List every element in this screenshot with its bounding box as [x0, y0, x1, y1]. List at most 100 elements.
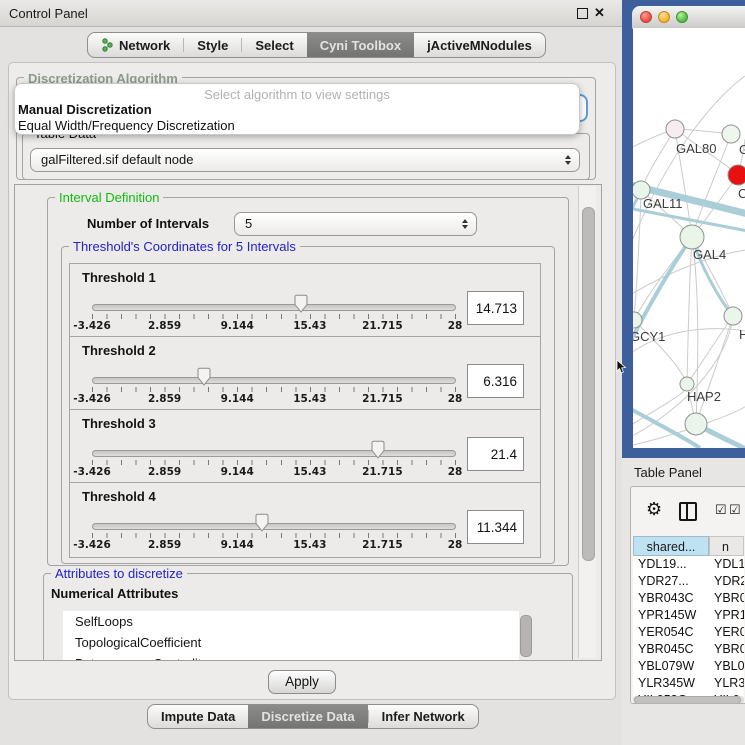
column-header-shared-name[interactable]: shared...	[633, 536, 709, 556]
number-of-intervals-combobox[interactable]: 5	[234, 212, 477, 236]
threshold-1-box: Threshold 1 -3.426 2.859 9.144 15.43 21.…	[69, 263, 541, 339]
threshold-3-label: Threshold 3	[82, 416, 156, 431]
node[interactable]	[685, 413, 707, 435]
threshold-2-label: Threshold 2	[82, 343, 156, 358]
algorithm-dropdown-popup: Select algorithm to view settings Manual…	[14, 83, 580, 135]
threshold-2-value-field[interactable]: 6.316	[467, 364, 524, 398]
tab-network[interactable]: Network	[88, 33, 183, 57]
table-row[interactable]: YBR045CYBR0	[633, 641, 744, 658]
control-panel-tabs: Network Style Select Cyni Toolbox jActiv…	[87, 32, 546, 58]
scrollbar-thumb[interactable]	[520, 615, 532, 657]
threshold-1-value-field[interactable]: 14.713	[467, 291, 524, 325]
scrollbar-thumb[interactable]	[582, 207, 595, 561]
node-label: GCY1	[633, 329, 665, 344]
apply-button[interactable]: Apply	[268, 670, 336, 694]
table-row[interactable]: YER054CYER0	[633, 624, 744, 641]
numerical-attributes-label: Numerical Attributes	[51, 586, 178, 601]
table-data-combobox[interactable]: galFiltered.sif default node	[30, 148, 580, 172]
node-gal4[interactable]	[680, 225, 704, 249]
tab-style[interactable]: Style	[184, 33, 241, 57]
scrollbar-thumb[interactable]	[634, 696, 741, 704]
tab-impute-data[interactable]: Impute Data	[148, 705, 248, 728]
number-of-intervals-value: 5	[245, 216, 252, 231]
slider-tick-marks	[92, 533, 456, 538]
slider-tick-marks	[92, 314, 456, 319]
node-labels: GAL80 G GAL11 C GAL4 GCY1 H HAP2	[633, 141, 745, 404]
option-equal-width-frequency[interactable]: Equal Width/Frequency Discretization	[15, 118, 579, 134]
table-horizontal-scrollbar[interactable]	[633, 696, 744, 704]
threshold-1-slider-track[interactable]	[92, 304, 456, 311]
node-label: HAP2	[687, 389, 721, 404]
threshold-3-box: Threshold 3 -3.426 2.859 9.144 15.43 21.…	[69, 409, 541, 485]
node[interactable]	[722, 125, 740, 143]
node-label: GAL4	[693, 247, 726, 262]
network-view-canvas[interactable]: GAL80 G GAL11 C GAL4 GCY1 H HAP2	[633, 28, 745, 448]
settings-vertical-scrollbar[interactable]	[578, 186, 596, 658]
float-window-icon[interactable]	[577, 8, 588, 19]
threshold-3-value-field[interactable]: 21.4	[467, 437, 524, 471]
list-item[interactable]: BetweennessCentrality	[63, 653, 519, 660]
table-row[interactable]: YBL079WYBL0	[633, 658, 744, 675]
algorithm-settings-scrollpanel: Interval Definition Number of Intervals …	[14, 184, 602, 661]
threshold-2-box: Threshold 2 -3.426 2.859 9.144 15.43 21.…	[69, 336, 541, 412]
attributes-group-title: Attributes to discretize	[51, 566, 187, 581]
option-manual-discretization[interactable]: Manual Discretization	[15, 102, 579, 118]
threshold-4-value-field[interactable]: 11.344	[467, 510, 524, 544]
network-window-titlebar[interactable]	[632, 6, 745, 29]
tab-network-label: Network	[119, 38, 170, 53]
window-close-button[interactable]	[640, 11, 652, 23]
gear-icon[interactable]: ⚙	[646, 499, 662, 519]
slider-tick-labels: -3.426 2.859 9.144 15.43 21.715 28	[92, 466, 455, 478]
node-selected-red[interactable]	[728, 165, 745, 185]
slider-tick-labels: -3.426 2.859 9.144 15.43 21.715 28	[92, 539, 455, 551]
threshold-1-label: Threshold 1	[82, 270, 156, 285]
table-row[interactable]: YDR27...YDR2	[633, 573, 744, 590]
threshold-slider-thumb[interactable]	[196, 367, 212, 387]
window-minimize-button[interactable]	[658, 11, 670, 23]
table-panel-title: Table Panel	[634, 465, 702, 480]
mouse-cursor	[616, 360, 627, 374]
node-gal80[interactable]	[666, 120, 684, 138]
tab-cyni-toolbox[interactable]: Cyni Toolbox	[307, 33, 414, 57]
network-tab-icon	[101, 38, 114, 52]
combo-arrows-icon	[565, 155, 571, 165]
tab-select[interactable]: Select	[242, 33, 306, 57]
table-row[interactable]: YDL19...YDL1	[633, 556, 744, 573]
threshold-4-box: Threshold 4 -3.426 2.859 9.144 15.43 21.…	[69, 482, 541, 558]
tab-discretize-data[interactable]: Discretize Data	[248, 705, 367, 728]
numerical-attributes-list[interactable]: SelfLoops TopologicalCoefficient Between…	[63, 611, 519, 660]
attributes-list-scrollbar[interactable]	[519, 613, 532, 658]
threshold-slider-thumb[interactable]	[254, 513, 270, 533]
slider-tick-labels: -3.426 2.859 9.144 15.43 21.715 28	[92, 393, 455, 405]
algorithm-placeholder-option[interactable]: Select algorithm to view settings	[15, 87, 579, 102]
columns-icon[interactable]	[679, 502, 697, 521]
checkbox-icon[interactable]: ☑	[729, 502, 741, 518]
list-item[interactable]: TopologicalCoefficient	[63, 632, 519, 653]
threshold-2-slider-track[interactable]	[92, 377, 456, 384]
tab-infer-network[interactable]: Infer Network	[369, 705, 478, 728]
threshold-slider-thumb[interactable]	[370, 440, 386, 460]
column-header-name[interactable]: n	[709, 536, 744, 556]
table-row[interactable]: YBR043CYBR0	[633, 590, 744, 607]
threshold-slider-thumb[interactable]	[293, 294, 309, 314]
tab-jactivemnodules[interactable]: jActiveMNodules	[414, 33, 545, 57]
threshold-4-slider-track[interactable]	[92, 523, 456, 530]
table-row[interactable]: YLR345WYLR3	[633, 675, 744, 692]
node-h[interactable]	[724, 307, 742, 325]
threshold-3-slider-track[interactable]	[92, 450, 456, 457]
checkbox-icon[interactable]: ☑	[715, 502, 727, 518]
window-zoom-button[interactable]	[676, 11, 688, 23]
node-label: H	[739, 327, 745, 342]
slider-tick-labels: -3.426 2.859 9.144 15.43 21.715 28	[92, 320, 455, 332]
network-graph: GAL80 G GAL11 C GAL4 GCY1 H HAP2	[633, 28, 745, 448]
node-label: GAL80	[676, 141, 716, 156]
list-item[interactable]: SelfLoops	[63, 611, 519, 632]
threshold-4-label: Threshold 4	[82, 489, 156, 504]
slider-tick-marks	[92, 387, 456, 392]
cyni-bottom-tabs: Impute Data Discretize Data Infer Networ…	[147, 704, 479, 729]
node-label: C	[738, 186, 745, 201]
table-row[interactable]: YPR145WYPR1	[633, 607, 744, 624]
number-of-intervals-label: Number of Intervals	[87, 216, 209, 231]
thresholds-group-title: Threshold's Coordinates for 5 Intervals	[69, 239, 300, 254]
close-icon[interactable]: ✕	[594, 5, 605, 21]
